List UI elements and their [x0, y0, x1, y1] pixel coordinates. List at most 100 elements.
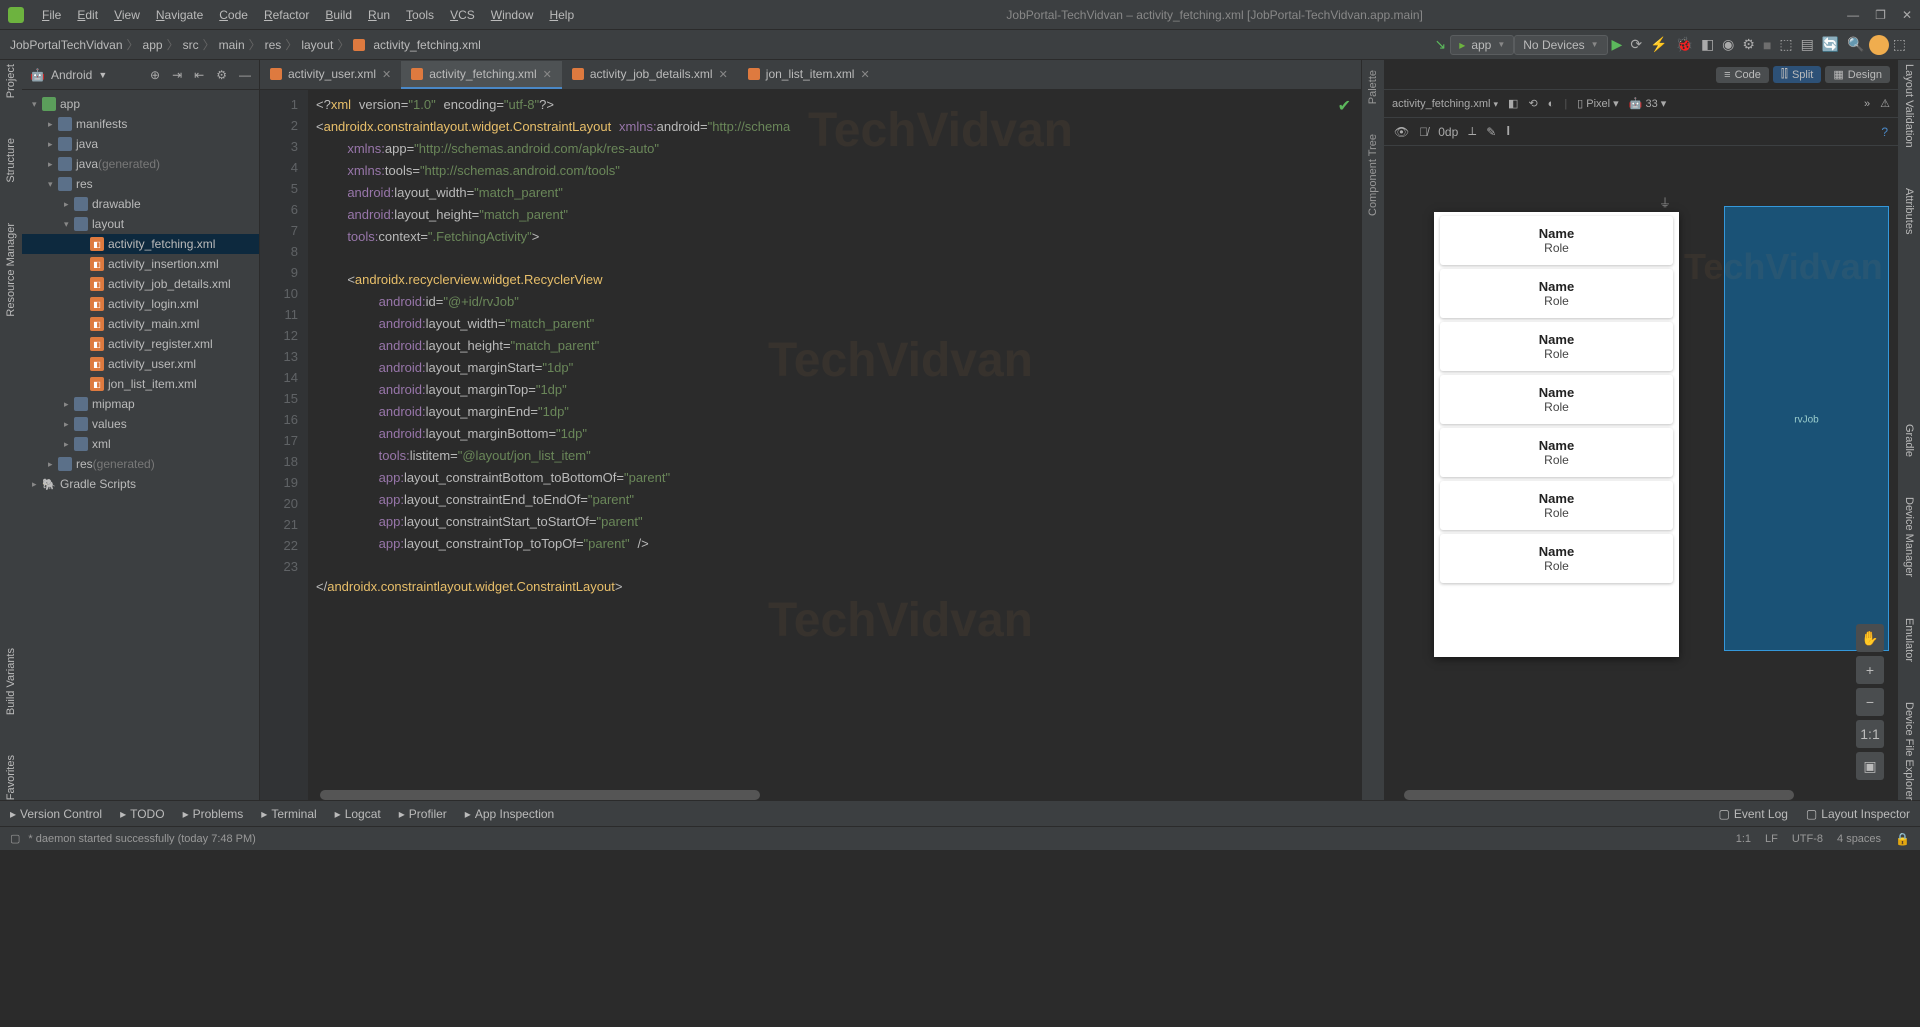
infer-icon[interactable]: 𝐈 — [1506, 124, 1510, 139]
tool-window-tab[interactable]: Emulator — [1903, 618, 1915, 662]
tree-row[interactable]: ▸manifests — [22, 114, 259, 134]
maximize-icon[interactable]: ❐ — [1875, 8, 1886, 22]
tree-row[interactable]: ▾layout — [22, 214, 259, 234]
tree-row[interactable]: ▾res — [22, 174, 259, 194]
bottom-tool-logcat[interactable]: ▸ Logcat — [335, 807, 381, 821]
tree-row[interactable]: ◧activity_user.xml — [22, 354, 259, 374]
tool-window-tab[interactable]: Favorites — [5, 755, 17, 800]
indent-setting[interactable]: 4 spaces — [1837, 833, 1881, 845]
view-options-icon[interactable]: 👁 — [1394, 125, 1409, 139]
zoom-out-icon[interactable]: − — [1856, 688, 1884, 716]
line-separator[interactable]: LF — [1765, 833, 1778, 845]
tool-window-tab[interactable]: Device File Explorer — [1903, 702, 1915, 800]
menu-file[interactable]: File — [34, 8, 69, 22]
bottom-tool-version-control[interactable]: ▸ Version Control — [10, 807, 102, 821]
bottom-tool-profiler[interactable]: ▸ Profiler — [399, 807, 447, 821]
menu-run[interactable]: Run — [360, 8, 398, 22]
night-icon[interactable]: ◐ — [1548, 98, 1555, 110]
zoom-reset-icon[interactable]: ▣ — [1856, 752, 1884, 780]
breadcrumb-item[interactable]: activity_fetching.xml — [373, 38, 480, 52]
tree-row[interactable]: ▸mipmap — [22, 394, 259, 414]
tool-window-tab[interactable]: Palette — [1367, 70, 1379, 104]
tool-window-tab[interactable]: Resource Manager — [5, 223, 17, 317]
breadcrumb-item[interactable]: app — [143, 38, 163, 52]
tree-row[interactable]: ▸java — [22, 134, 259, 154]
design-scrollbar[interactable] — [1404, 790, 1794, 800]
menu-tools[interactable]: Tools — [398, 8, 442, 22]
status-icon[interactable]: ▢ — [10, 832, 20, 845]
tree-row[interactable]: ◧activity_insertion.xml — [22, 254, 259, 274]
tool-window-tab[interactable]: Build Variants — [5, 648, 17, 715]
menu-code[interactable]: Code — [211, 8, 256, 22]
menu-refactor[interactable]: Refactor — [256, 8, 317, 22]
menu-vcs[interactable]: VCS — [442, 8, 483, 22]
tool-window-tab[interactable]: Layout Validation — [1903, 64, 1915, 148]
sync-icon[interactable]: ↘ — [1435, 36, 1447, 53]
tree-row[interactable]: ▸xml — [22, 434, 259, 454]
hide-icon[interactable]: — — [239, 68, 251, 82]
menu-edit[interactable]: Edit — [69, 8, 106, 22]
coverage-icon[interactable]: ◧ — [1701, 36, 1714, 53]
close-icon[interactable]: ✕ — [1902, 8, 1912, 22]
project-view-dropdown[interactable]: Android — [51, 68, 92, 82]
tree-row[interactable]: ▸values — [22, 414, 259, 434]
no-problems-icon[interactable]: ✔ — [1338, 96, 1351, 117]
design-file-dropdown[interactable]: activity_fetching.xml ▾ — [1392, 98, 1498, 110]
expand-icon[interactable]: ⇤ — [194, 68, 204, 82]
menu-window[interactable]: Window — [483, 8, 542, 22]
api-picker[interactable]: 🤖 33 ▾ — [1629, 97, 1667, 110]
run-icon[interactable]: ▶ — [1612, 36, 1623, 53]
close-tab-icon[interactable]: ✕ — [719, 68, 728, 81]
overflow-icon[interactable]: » — [1864, 98, 1870, 110]
tree-row[interactable]: ◧activity_main.xml — [22, 314, 259, 334]
tree-row[interactable]: ▾app — [22, 94, 259, 114]
tree-row[interactable]: ◧activity_job_details.xml — [22, 274, 259, 294]
gear-icon[interactable]: ⚙ — [216, 68, 227, 82]
menu-navigate[interactable]: Navigate — [148, 8, 211, 22]
zoom-fit-icon[interactable]: 1:1 — [1856, 720, 1884, 748]
collapse-icon[interactable]: ⇥ — [172, 68, 182, 82]
tree-row[interactable]: ▸🐘Gradle Scripts — [22, 474, 259, 494]
editor-tab[interactable]: activity_fetching.xml✕ — [401, 61, 562, 89]
code-editor[interactable]: <?xml version="1.0" encoding="utf-8"?> <… — [308, 90, 1361, 800]
sdk-icon[interactable]: ▤ — [1801, 36, 1814, 53]
tree-row[interactable]: ◧activity_register.xml — [22, 334, 259, 354]
device-picker[interactable]: ▯ Pixel ▾ — [1577, 97, 1619, 110]
breadcrumb-item[interactable]: src — [183, 38, 199, 52]
breadcrumb-item[interactable]: layout — [301, 38, 333, 52]
tool-window-tab[interactable]: Device Manager — [1903, 497, 1915, 577]
menu-view[interactable]: View — [106, 8, 148, 22]
code-view-tab[interactable]: ≡ Code — [1716, 67, 1769, 83]
tree-row[interactable]: ▸res (generated) — [22, 454, 259, 474]
readonly-lock-icon[interactable]: 🔒 — [1895, 832, 1910, 846]
apply-code-icon[interactable]: ⚡ — [1650, 36, 1667, 53]
minimize-icon[interactable]: — — [1847, 8, 1859, 22]
close-tab-icon[interactable]: ✕ — [543, 68, 552, 81]
warnings-icon[interactable]: ⚠ — [1880, 97, 1890, 110]
run-config-dropdown[interactable]: ▸ app ▼ — [1450, 35, 1514, 55]
tree-row[interactable]: ▸drawable — [22, 194, 259, 214]
tool-window-tab[interactable]: Structure — [5, 138, 17, 183]
menu-build[interactable]: Build — [317, 8, 360, 22]
pan-icon[interactable]: ✋ — [1856, 624, 1884, 652]
tree-row[interactable]: ▸java (generated) — [22, 154, 259, 174]
zoom-in-icon[interactable]: + — [1856, 656, 1884, 684]
bottom-tool-todo[interactable]: ▸ TODO — [120, 807, 164, 821]
apply-changes-icon[interactable]: ⟳ — [1630, 36, 1642, 53]
tool-window-tab[interactable]: Project — [5, 64, 17, 98]
breadcrumb-item[interactable]: JobPortalTechVidvan — [10, 38, 123, 52]
blueprint-toggle-icon[interactable]: 👁̸ — [1419, 125, 1428, 139]
breadcrumb-item[interactable]: res — [265, 38, 282, 52]
tree-row[interactable]: ◧jon_list_item.xml — [22, 374, 259, 394]
profiler-icon[interactable]: ◉ — [1722, 36, 1734, 53]
help-icon[interactable]: ? — [1881, 125, 1888, 139]
editor-tab[interactable]: activity_job_details.xml✕ — [562, 61, 738, 89]
tool-window-tab[interactable]: Component Tree — [1367, 134, 1379, 216]
tree-row[interactable]: ◧activity_fetching.xml — [22, 234, 259, 254]
select-opened-file-icon[interactable]: ⊕ — [150, 68, 160, 82]
editor-tab[interactable]: jon_list_item.xml✕ — [738, 61, 880, 89]
design-view-tab[interactable]: ▦ Design — [1825, 66, 1890, 83]
editor-scrollbar[interactable] — [320, 790, 760, 800]
menu-help[interactable]: Help — [541, 8, 582, 22]
design-surface[interactable]: ⏚ NameRoleNameRoleNameRoleNameRoleNameRo… — [1384, 146, 1898, 800]
